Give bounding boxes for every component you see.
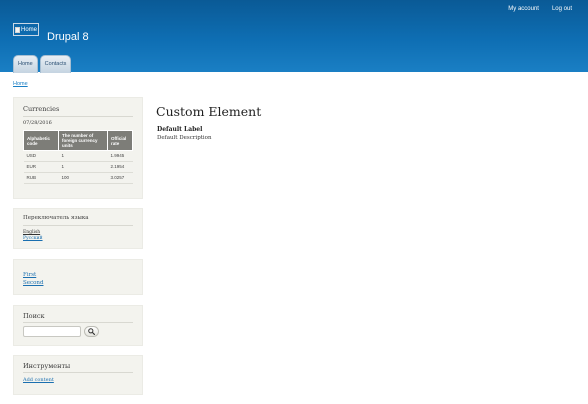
column-header: Alphabetic code <box>23 130 59 151</box>
language-list: English Русский <box>23 230 43 242</box>
menu-link-second[interactable]: Second <box>23 279 43 287</box>
search-input[interactable] <box>23 326 81 337</box>
table-row: USD 1 1.9945 <box>23 150 133 162</box>
search-icon <box>88 328 95 335</box>
currencies-title: Currencies <box>23 105 60 113</box>
column-header: The number of foreign currency units <box>58 130 108 151</box>
block-divider <box>23 372 133 373</box>
tab-contacts[interactable]: Contacts <box>39 55 72 73</box>
language-switcher-title: Переключатель языка <box>23 215 89 221</box>
secondary-menu: My account Log out <box>508 6 572 12</box>
table-cell: 2.1954 <box>107 161 133 173</box>
table-cell: EUR <box>23 161 59 173</box>
menu-list: First Second <box>23 271 43 287</box>
logout-link[interactable]: Log out <box>552 6 572 12</box>
block-divider <box>23 225 133 226</box>
currencies-date: 07/28/2016 <box>23 120 52 126</box>
menu-block: First Second <box>13 259 143 295</box>
site-name[interactable]: Drupal 8 <box>47 31 89 43</box>
currencies-table: Alphabetic code The number of foreign cu… <box>23 130 133 184</box>
field-label: Default Label <box>157 126 203 133</box>
menu-link-first[interactable]: First <box>23 271 43 279</box>
search-title: Поиск <box>23 312 45 320</box>
language-switcher-block: Переключатель языка English Русский <box>13 208 143 249</box>
language-russian-link[interactable]: Русский <box>23 236 43 242</box>
currencies-block: Currencies 07/28/2016 Alphabetic code Th… <box>13 97 143 199</box>
block-divider <box>23 322 133 323</box>
table-cell: 100 <box>58 172 108 184</box>
block-divider <box>23 116 133 117</box>
field-description: Default Description <box>157 135 212 141</box>
breadcrumb-home[interactable]: Home <box>13 81 28 87</box>
my-account-link[interactable]: My account <box>508 6 539 12</box>
search-button[interactable] <box>84 326 99 337</box>
column-header: Official rate <box>107 130 133 151</box>
table-cell: 1.9945 <box>107 150 133 162</box>
table-cell: USD <box>23 150 59 162</box>
table-cell: 1 <box>58 150 108 162</box>
site-header: My account Log out Home Drupal 8 Home Co… <box>0 0 588 73</box>
logo-alt-text: Home <box>21 26 38 33</box>
table-cell: 1 <box>58 161 108 173</box>
search-block: Поиск <box>13 305 143 346</box>
table-row: RUB 100 3.0257 <box>23 172 133 184</box>
table-header-row: Alphabetic code The number of foreign cu… <box>23 130 133 151</box>
tools-title: Инструменты <box>23 362 71 370</box>
table-cell: 3.0257 <box>107 172 133 184</box>
broken-image-icon <box>15 26 20 33</box>
page-title: Custom Element <box>156 104 262 119</box>
table-row: EUR 1 2.1954 <box>23 161 133 173</box>
tab-home[interactable]: Home <box>13 55 38 73</box>
site-logo[interactable]: Home <box>13 23 39 36</box>
add-content-link[interactable]: Add content <box>23 377 54 383</box>
tools-block: Инструменты Add content <box>13 355 143 395</box>
primary-menu: Home Contacts <box>13 55 72 73</box>
table-cell: RUB <box>23 172 59 184</box>
